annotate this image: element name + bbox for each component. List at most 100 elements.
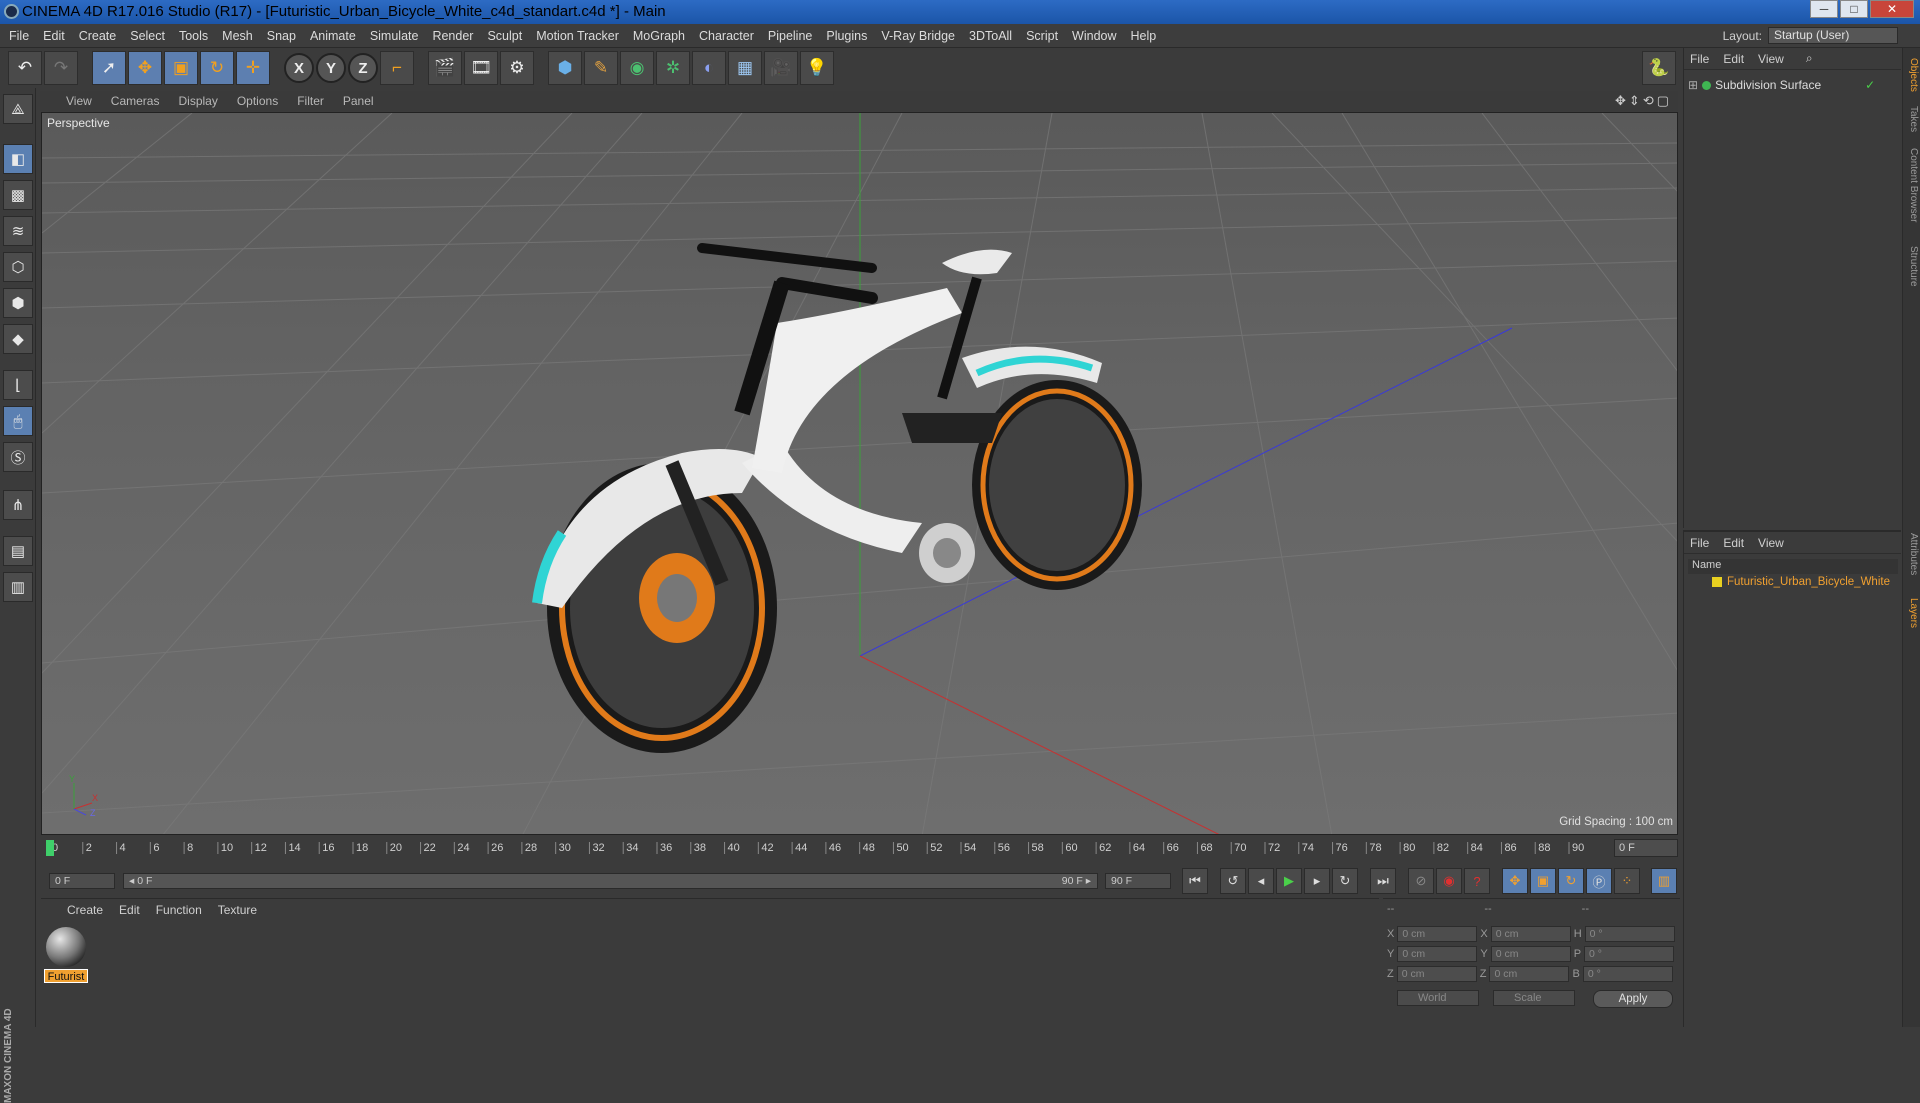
timeline-ruler[interactable]: 0 2 4 6 8 10 12 14 16 18 20 22 24 26 28 30 32 34 36 38 40 42 4… — [41, 838, 1678, 860]
key-scale-icon[interactable]: ▣ — [1530, 868, 1556, 894]
menu-mesh[interactable]: Mesh — [222, 29, 253, 43]
subdivision-generator-icon[interactable]: ◉ — [620, 51, 654, 85]
apply-button[interactable]: Apply — [1593, 990, 1673, 1008]
menu-vray-bridge[interactable]: V-Ray Bridge — [881, 29, 955, 43]
tab-attributes[interactable]: Attributes — [1905, 533, 1919, 575]
axis-y-lock[interactable]: Y — [316, 53, 346, 83]
workplane-icon[interactable]: ≋ — [3, 216, 33, 246]
next-key-icon[interactable]: ↻ — [1332, 868, 1358, 894]
tab-layers[interactable]: Layers — [1905, 598, 1919, 628]
tab-takes[interactable]: Takes — [1905, 106, 1919, 132]
close-button[interactable]: ✕ — [1870, 0, 1914, 18]
planar-workplane-icon[interactable]: ▥ — [3, 572, 33, 602]
render-view-icon[interactable]: 🎬 — [428, 51, 462, 85]
solo-icon[interactable]: Ⓢ — [3, 442, 33, 472]
rotation-h-field[interactable]: 0 ° — [1584, 926, 1675, 942]
viewport-menu-view[interactable]: View — [66, 94, 92, 108]
coordinate-space-dropdown[interactable]: World — [1397, 990, 1479, 1006]
layer-row[interactable]: Futuristic_Urban_Bicycle_White — [1712, 576, 1890, 588]
menu-pipeline[interactable]: Pipeline — [768, 29, 812, 43]
move-tool-icon[interactable]: ✥ — [128, 51, 162, 85]
playhead[interactable] — [46, 840, 54, 856]
previous-frame-icon[interactable]: ◂ — [1248, 868, 1274, 894]
cube-primitive-icon[interactable]: ⬢ — [548, 51, 582, 85]
key-rotation-icon[interactable]: ↻ — [1558, 868, 1584, 894]
object-row-subdivision-surface[interactable]: ⊞ Subdivision Surface ✓ — [1688, 78, 1875, 92]
menu-motion-tracker[interactable]: Motion Tracker — [536, 29, 619, 43]
position-x-field[interactable]: 0 cm — [1397, 926, 1478, 942]
size-z-field[interactable]: 0 cm — [1489, 966, 1570, 982]
menu-select[interactable]: Select — [130, 29, 165, 43]
model-mode-icon[interactable]: ◧ — [3, 144, 33, 174]
position-z-field[interactable]: 0 cm — [1396, 966, 1477, 982]
menu-window[interactable]: Window — [1072, 29, 1116, 43]
material-menu-create[interactable]: Create — [67, 903, 103, 917]
record-keys-icon[interactable]: ⊘ — [1408, 868, 1434, 894]
axis-mode-icon[interactable]: ⌊ — [3, 370, 33, 400]
keyframe-selection-icon[interactable]: ? — [1464, 868, 1490, 894]
end-frame-field[interactable]: 90 F — [1105, 873, 1171, 889]
material-menu-function[interactable]: Function — [156, 903, 202, 917]
live-selection-icon[interactable]: ✛ — [236, 51, 270, 85]
go-to-end-icon[interactable]: ⏭ — [1370, 868, 1396, 894]
key-pla-icon[interactable]: ⁘ — [1614, 868, 1640, 894]
tab-content-browser[interactable]: Content Browser — [1905, 148, 1919, 222]
layout-dropdown[interactable]: Startup (User) — [1768, 27, 1898, 44]
floor-icon[interactable]: ▦ — [728, 51, 762, 85]
search-icon[interactable]: ⌕ — [1806, 51, 1813, 66]
undo-icon[interactable]: ↶ — [8, 51, 42, 85]
lock-workplane-icon[interactable]: ▤ — [3, 536, 33, 566]
rotation-p-field[interactable]: 0 ° — [1584, 946, 1675, 962]
light-icon[interactable]: 💡 — [800, 51, 834, 85]
object-menu-file[interactable]: File — [1690, 52, 1709, 66]
axis-z-lock[interactable]: Z — [348, 53, 378, 83]
tab-objects[interactable]: Objects — [1905, 58, 1919, 92]
next-frame-icon[interactable]: ▸ — [1304, 868, 1330, 894]
rotate-tool-icon[interactable]: ↻ — [200, 51, 234, 85]
snap-icon[interactable]: ⋔ — [3, 490, 33, 520]
object-menu-view[interactable]: View — [1758, 52, 1784, 66]
visibility-check-icon[interactable]: ✓ — [1865, 78, 1875, 92]
menu-help[interactable]: Help — [1131, 29, 1157, 43]
menu-render[interactable]: Render — [432, 29, 473, 43]
viewport-menu-filter[interactable]: Filter — [297, 94, 324, 108]
size-y-field[interactable]: 0 cm — [1490, 946, 1571, 962]
previous-key-icon[interactable]: ↺ — [1220, 868, 1246, 894]
coordinate-system-icon[interactable]: ⌐ — [380, 51, 414, 85]
menu-snap[interactable]: Snap — [267, 29, 296, 43]
cloner-icon[interactable]: ✲ — [656, 51, 690, 85]
menu-file[interactable]: File — [9, 29, 29, 43]
object-menu-edit[interactable]: Edit — [1723, 52, 1744, 66]
menu-character[interactable]: Character — [699, 29, 754, 43]
layer-menu-view[interactable]: View — [1758, 536, 1784, 550]
timeline-window-icon[interactable]: ▥ — [1651, 868, 1677, 894]
start-frame-field[interactable]: 0 F — [49, 873, 115, 889]
viewport-menu-options[interactable]: Options — [237, 94, 278, 108]
menu-script[interactable]: Script — [1026, 29, 1058, 43]
perspective-viewport[interactable]: Perspective Grid Spacing : 100 cm Y X Z — [41, 112, 1678, 835]
autokey-icon[interactable]: ◉ — [1436, 868, 1462, 894]
viewport-menu-cameras[interactable]: Cameras — [111, 94, 160, 108]
menu-sculpt[interactable]: Sculpt — [487, 29, 522, 43]
size-x-field[interactable]: 0 cm — [1490, 926, 1571, 942]
points-mode-icon[interactable]: ⬡ — [3, 252, 33, 282]
menu-plugins[interactable]: Plugins — [826, 29, 867, 43]
size-mode-dropdown[interactable]: Scale — [1493, 990, 1575, 1006]
material-menu-edit[interactable]: Edit — [119, 903, 140, 917]
python-icon[interactable]: 🐍 — [1642, 51, 1676, 85]
maximize-button[interactable]: □ — [1840, 0, 1868, 18]
menu-animate[interactable]: Animate — [310, 29, 356, 43]
expand-icon[interactable]: ⊞ — [1688, 78, 1698, 92]
polygons-mode-icon[interactable]: ◆ — [3, 324, 33, 354]
deformer-icon[interactable]: ◐ — [692, 51, 726, 85]
position-y-field[interactable]: 0 cm — [1397, 946, 1478, 962]
render-settings-icon[interactable]: ⚙ — [500, 51, 534, 85]
preview-range-slider[interactable]: ◂ 0 F 90 F ▸ — [123, 873, 1098, 889]
tab-structure[interactable]: Structure — [1905, 246, 1919, 287]
current-frame-field[interactable]: 0 F — [1614, 839, 1678, 857]
select-tool-icon[interactable]: ➚ — [92, 51, 126, 85]
scale-tool-icon[interactable]: ▣ — [164, 51, 198, 85]
menu-3dtoall[interactable]: 3DToAll — [969, 29, 1012, 43]
rotation-b-field[interactable]: 0 ° — [1582, 966, 1673, 982]
viewport-navigation-icons[interactable]: ✥⇕⟲▢ — [1615, 93, 1672, 109]
